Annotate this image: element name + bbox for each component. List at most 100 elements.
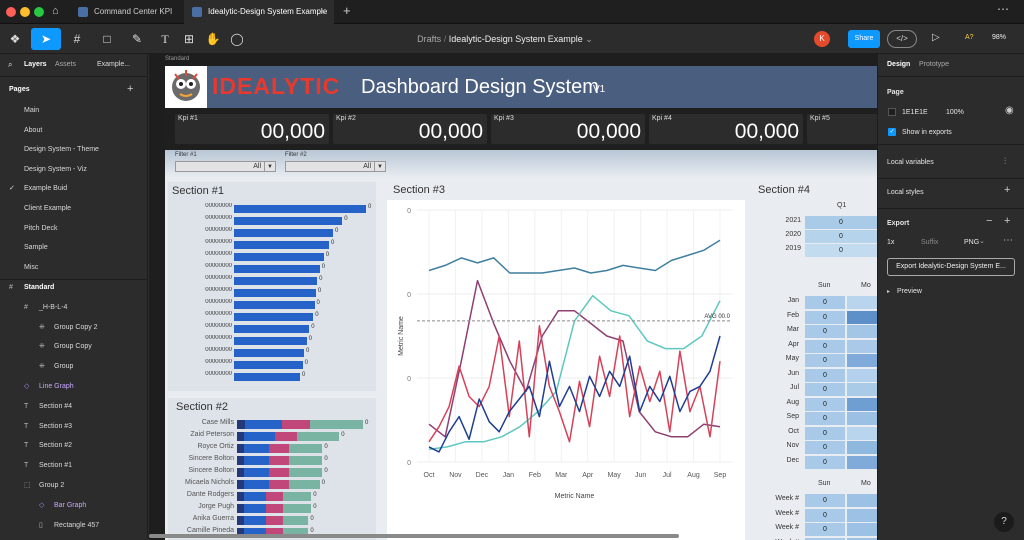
tab-command-center[interactable]: Command Center KPI	[70, 0, 178, 24]
tab-assets[interactable]: Assets	[55, 61, 76, 68]
stacked-bar-segment[interactable]	[297, 432, 340, 441]
stacked-bar-segment[interactable]	[281, 420, 310, 429]
tab-prototype[interactable]: Prototype	[919, 61, 949, 68]
page-item[interactable]: Client Example	[0, 202, 148, 216]
bar[interactable]	[234, 217, 343, 225]
page-item[interactable]: About	[0, 124, 148, 138]
help-button[interactable]: ?	[994, 512, 1014, 532]
bar[interactable]	[234, 325, 310, 333]
page-item[interactable]: Design System - Viz	[0, 163, 148, 177]
add-export-button[interactable]: +	[1004, 215, 1010, 227]
bar[interactable]	[234, 349, 304, 357]
page-item[interactable]: Sample	[0, 241, 148, 255]
heatmap-cell[interactable]	[847, 325, 877, 338]
accessibility-badge[interactable]: A?	[965, 34, 974, 41]
heatmap-cell[interactable]	[847, 339, 877, 353]
heatmap-cell[interactable]: 0	[805, 296, 845, 309]
stacked-bar-segment[interactable]	[244, 444, 270, 453]
stacked-bar-segment[interactable]	[237, 444, 244, 453]
stacked-bar-segment[interactable]	[237, 456, 244, 465]
stacked-bar-segment[interactable]	[244, 504, 267, 513]
page-item[interactable]: Misc	[0, 261, 148, 275]
chevron-down-icon[interactable]: ⌄	[585, 34, 593, 44]
page-color-swatch[interactable]	[888, 108, 896, 116]
variables-icon[interactable]: ⫶	[1004, 156, 1006, 167]
heatmap-cell[interactable]: 0	[805, 383, 845, 396]
chevron-right-icon[interactable]: ▸	[887, 288, 890, 295]
export-suffix-input[interactable]: Suffix	[921, 239, 938, 246]
home-icon[interactable]: ⌂	[52, 5, 59, 17]
heatmap-cell[interactable]	[847, 383, 877, 396]
stacked-bar-segment[interactable]	[237, 468, 244, 477]
layer-item[interactable]: T Section #2	[0, 439, 148, 453]
layer-item[interactable]: ⁜ Group Copy 2	[0, 321, 148, 335]
bar[interactable]	[234, 253, 324, 261]
heatmap-cell[interactable]: 0	[805, 523, 845, 536]
stacked-bar-segment[interactable]	[266, 492, 284, 501]
search-icon[interactable]: ⌕	[8, 60, 12, 70]
tab-design[interactable]: Design	[887, 61, 910, 68]
frame-label[interactable]: Standard	[165, 56, 189, 62]
heatmap-cell[interactable]: 0	[805, 441, 845, 454]
present-icon[interactable]: ▷	[932, 32, 940, 43]
page-item[interactable]: ✓ Example Buid	[0, 182, 148, 196]
stacked-bar-segment[interactable]	[237, 420, 246, 429]
bar[interactable]	[234, 361, 303, 369]
export-button[interactable]: Export Idealytic-Design System E...	[887, 258, 1015, 276]
stacked-bar-segment[interactable]	[309, 420, 363, 429]
local-variables-heading[interactable]: Local variables	[887, 159, 934, 166]
heatmap-cell[interactable]: 0	[805, 310, 845, 324]
shape-tool-icon[interactable]: □	[94, 28, 120, 50]
stacked-bar-segment[interactable]	[245, 420, 282, 429]
heatmap-cell[interactable]: 0	[805, 325, 845, 338]
page-item[interactable]: Main	[0, 104, 148, 118]
heatmap-cell[interactable]: 0	[805, 339, 845, 353]
heatmap-cell[interactable]	[847, 455, 877, 469]
add-style-button[interactable]: +	[1004, 184, 1010, 196]
bar[interactable]	[234, 241, 330, 249]
chevron-down-icon[interactable]: ⌄	[979, 237, 985, 245]
dropdown-arrow-icon[interactable]: ▼	[264, 162, 275, 172]
heatmap-cell[interactable]: 0	[805, 354, 845, 367]
bar[interactable]	[234, 277, 318, 285]
stacked-bar-segment[interactable]	[244, 492, 267, 501]
stacked-bar-segment[interactable]	[288, 480, 320, 489]
heatmap-cell[interactable]	[847, 426, 877, 440]
eye-icon[interactable]: ◉	[1005, 105, 1014, 116]
stacked-bar-segment[interactable]	[237, 504, 244, 513]
zoom-level[interactable]: 98%	[992, 34, 1006, 41]
stacked-bar-segment[interactable]	[244, 456, 270, 465]
layer-item[interactable]: ⬚ Group 2	[0, 479, 148, 493]
heatmap-cell[interactable]	[847, 494, 877, 507]
heatmap-cell[interactable]: 0	[805, 244, 877, 257]
close-icon[interactable]: ×	[321, 0, 326, 24]
avatar[interactable]: K	[814, 31, 830, 47]
stacked-bar-segment[interactable]	[269, 480, 289, 489]
stacked-bar-segment[interactable]	[269, 468, 289, 477]
window-close-button[interactable]	[6, 7, 16, 17]
heatmap-cell[interactable]: 0	[805, 494, 845, 507]
bar[interactable]	[234, 337, 307, 345]
bar[interactable]	[234, 229, 333, 237]
breadcrumb-drafts[interactable]: Drafts	[417, 34, 441, 44]
heatmap-cell[interactable]: 0	[805, 230, 877, 243]
new-tab-button[interactable]: +	[343, 3, 351, 18]
show-exports-checkbox[interactable]: ✓	[888, 128, 896, 136]
layer-item[interactable]: T Section #3	[0, 420, 148, 434]
stacked-bar-segment[interactable]	[288, 456, 323, 465]
pen-tool-icon[interactable]: ✎	[124, 28, 150, 50]
share-button[interactable]: Share	[848, 30, 880, 48]
dev-mode-toggle[interactable]: </>	[887, 30, 917, 48]
stacked-bar-segment[interactable]	[274, 432, 298, 441]
export-scale[interactable]: 1x	[887, 239, 894, 246]
heatmap-cell[interactable]: 0	[805, 426, 845, 440]
hand-tool-icon[interactable]: ✋	[202, 28, 224, 50]
page-opacity-value[interactable]: 100%	[946, 109, 964, 116]
preview-toggle[interactable]: Preview	[897, 288, 922, 295]
heatmap-cell[interactable]	[847, 354, 877, 367]
export-options-icon[interactable]: ⋯	[1003, 235, 1013, 246]
layer-item[interactable]: ⁜ Group	[0, 360, 148, 374]
main-menu-icon[interactable]: ❖	[4, 28, 26, 50]
stacked-bar-segment[interactable]	[288, 444, 323, 453]
stacked-bar-segment[interactable]	[244, 468, 270, 477]
